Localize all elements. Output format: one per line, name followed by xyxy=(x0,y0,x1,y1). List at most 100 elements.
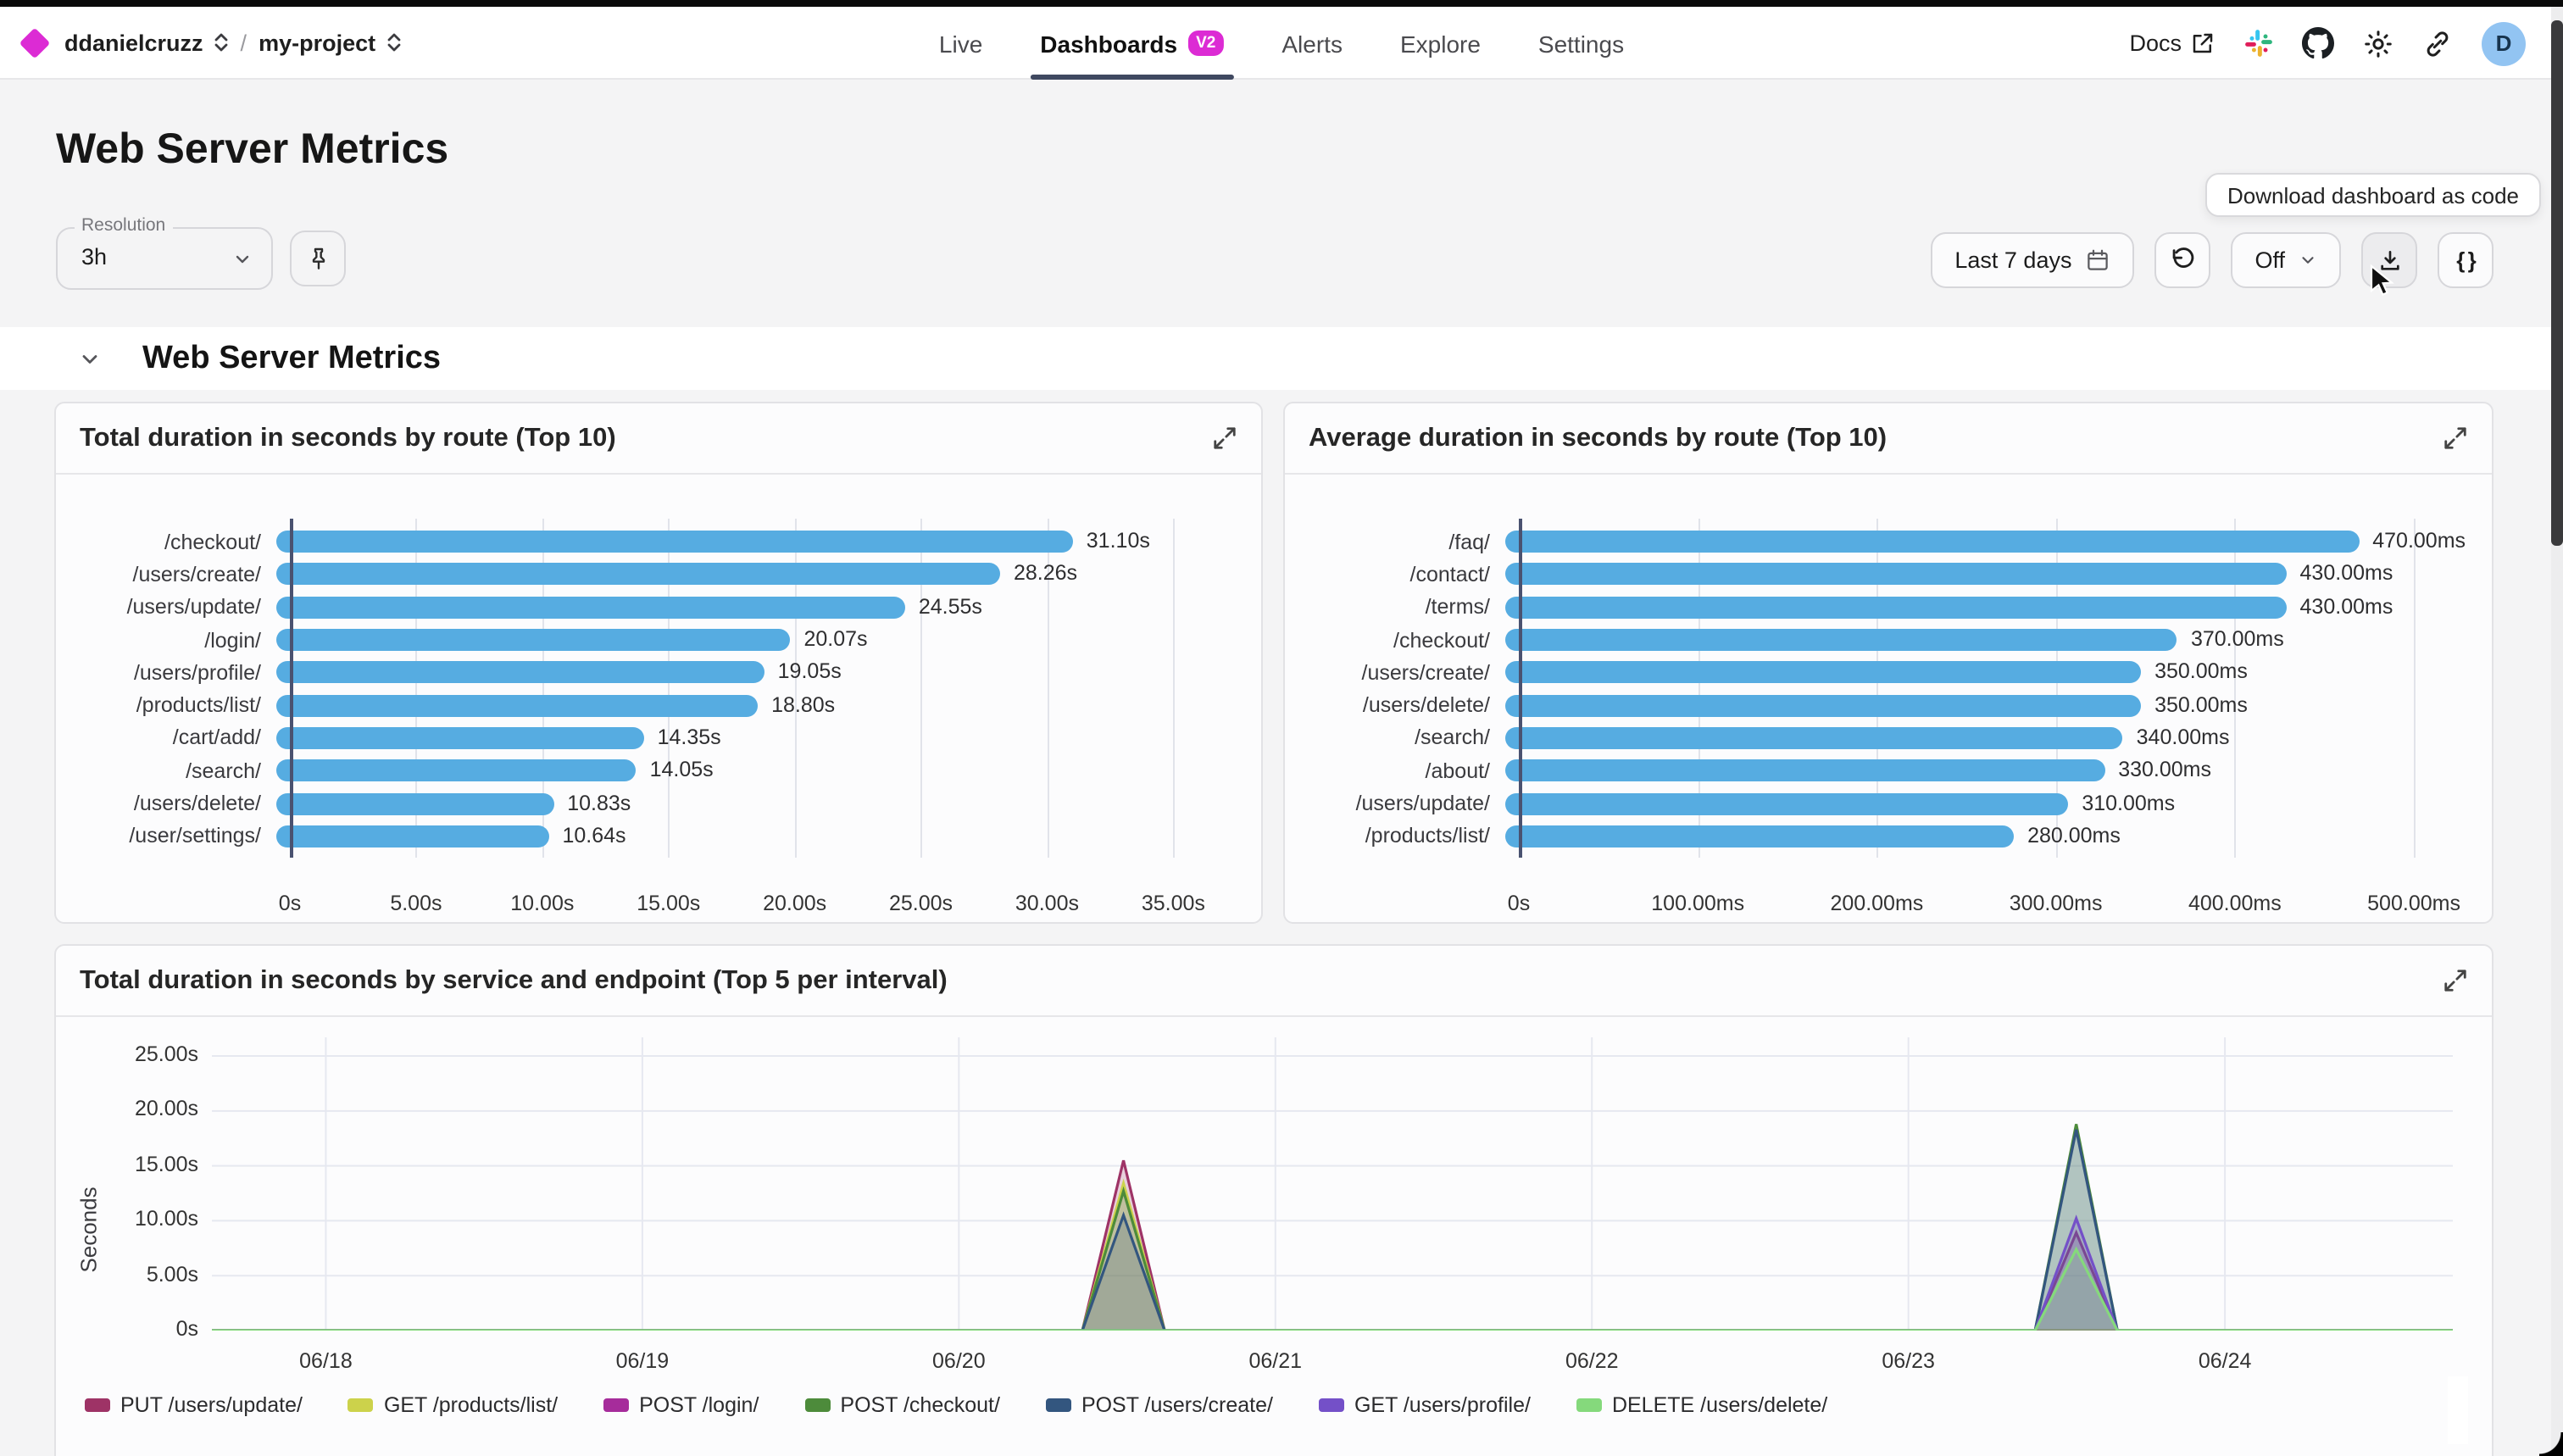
bar-row: /faq/470.00ms xyxy=(1285,525,2444,559)
bar-row: /terms/430.00ms xyxy=(1285,591,2444,624)
bar[interactable] xyxy=(276,727,644,749)
project-switcher[interactable]: my-project xyxy=(259,30,401,55)
area-series-line[interactable] xyxy=(212,1249,2453,1331)
axis-tick-label: 200.00ms xyxy=(1831,892,1924,915)
link-icon xyxy=(2422,28,2453,58)
y-tick-label: 10.00s xyxy=(135,1207,198,1231)
bar-value-label: 31.10s xyxy=(1087,529,1150,553)
legend-item[interactable]: PUT /users/update/ xyxy=(85,1393,303,1417)
bar[interactable] xyxy=(1505,792,2068,814)
chevron-down-icon xyxy=(2299,251,2317,270)
bar[interactable] xyxy=(276,629,790,651)
brand-diamond-icon xyxy=(19,27,51,58)
area-series-line[interactable] xyxy=(212,1130,2453,1331)
bar[interactable] xyxy=(276,564,1000,586)
bar-track: 28.26s xyxy=(276,564,1214,586)
bar[interactable] xyxy=(1505,759,2104,781)
bar[interactable] xyxy=(276,531,1073,553)
legend-label: POST /checkout/ xyxy=(840,1393,1000,1417)
share-link-button[interactable] xyxy=(2422,28,2453,58)
bar-track: 14.35s xyxy=(276,727,1214,749)
area-series-line[interactable] xyxy=(212,1160,2453,1331)
bar[interactable] xyxy=(1505,596,2287,618)
nav-item-label: Live xyxy=(939,30,982,57)
resolution-select[interactable]: Resolution 3h xyxy=(56,227,273,290)
bar[interactable] xyxy=(276,825,549,847)
bar-chart: /faq/470.00ms/contact/430.00ms/terms/430… xyxy=(1285,475,2492,922)
project-name: my-project xyxy=(259,30,375,55)
theme-toggle-button[interactable] xyxy=(2363,28,2393,58)
legend-item[interactable]: POST /checkout/ xyxy=(804,1393,1000,1417)
json-view-button[interactable]: { } xyxy=(2438,232,2494,288)
area-series-line[interactable] xyxy=(212,1124,2453,1331)
bar[interactable] xyxy=(1505,531,2359,553)
bar-category-label: /products/list/ xyxy=(1285,825,1505,848)
version-badge: V2 xyxy=(1187,31,1224,56)
bar-row: /products/list/280.00ms xyxy=(1285,820,2444,853)
legend-item[interactable]: DELETE /users/delete/ xyxy=(1576,1393,1827,1417)
scrollbar-chip xyxy=(2448,1376,2468,1444)
bar-value-label: 340.00ms xyxy=(2137,725,2230,749)
bar-value-label: 28.26s xyxy=(1014,562,1077,586)
time-range-button[interactable]: Last 7 days xyxy=(1931,232,2134,288)
bar-category-label: /about/ xyxy=(1285,759,1505,782)
nav-item-live[interactable]: Live xyxy=(939,7,982,80)
bar-row: /users/delete/10.83s xyxy=(56,787,1214,820)
scrollbar-thumb[interactable] xyxy=(2551,20,2563,546)
expand-icon[interactable] xyxy=(2443,425,2468,451)
expand-icon[interactable] xyxy=(2443,968,2468,993)
bar[interactable] xyxy=(1505,564,2287,586)
docs-link[interactable]: Docs xyxy=(2129,31,2216,56)
bar[interactable] xyxy=(1505,694,2141,716)
bar[interactable] xyxy=(276,596,905,618)
nav-item-explore[interactable]: Explore xyxy=(1400,7,1481,80)
legend-swatch xyxy=(603,1398,629,1412)
nav-item-settings[interactable]: Settings xyxy=(1538,7,1624,80)
refresh-button[interactable] xyxy=(2154,232,2210,288)
area-series-line[interactable] xyxy=(212,1219,2453,1331)
bar[interactable] xyxy=(1505,629,2177,651)
bar-track: 19.05s xyxy=(276,662,1214,684)
expand-icon[interactable] xyxy=(1212,425,1237,451)
bar-track: 430.00ms xyxy=(1505,564,2444,586)
bar[interactable] xyxy=(276,792,553,814)
legend-item[interactable]: POST /users/create/ xyxy=(1046,1393,1273,1417)
y-axis: 0s5.00s10.00s15.00s20.00s25.00s xyxy=(56,1037,198,1331)
legend-item[interactable]: GET /products/list/ xyxy=(348,1393,558,1417)
bar-value-label: 370.00ms xyxy=(2191,627,2284,651)
bar[interactable] xyxy=(276,759,637,781)
slack-button[interactable] xyxy=(2244,29,2273,58)
y-tick-label: 0s xyxy=(176,1317,198,1341)
pin-dashboard-button[interactable] xyxy=(290,231,346,286)
legend-item[interactable]: GET /users/profile/ xyxy=(1319,1393,1531,1417)
area-series-line[interactable] xyxy=(212,1183,2453,1331)
area-series-line[interactable] xyxy=(212,1233,2453,1331)
resolution-label: Resolution xyxy=(75,215,172,236)
plot-area[interactable] xyxy=(212,1037,2453,1331)
x-tick-label: 06/24 xyxy=(2199,1349,2252,1373)
github-button[interactable] xyxy=(2302,27,2334,59)
legend-swatch xyxy=(1576,1398,1602,1412)
bar[interactable] xyxy=(1505,825,2014,847)
bar[interactable] xyxy=(276,694,758,716)
nav-item-alerts[interactable]: Alerts xyxy=(1282,7,1343,80)
nav-item-dashboards[interactable]: DashboardsV2 xyxy=(1040,7,1224,80)
bar[interactable] xyxy=(1505,727,2123,749)
bar-row: /about/330.00ms xyxy=(1285,754,2444,787)
bar-row: /search/340.00ms xyxy=(1285,722,2444,755)
bar-rows: /checkout/31.10s/users/create/28.26s/use… xyxy=(56,525,1214,853)
area-chart: Seconds 0s5.00s10.00s15.00s20.00s25.00s … xyxy=(56,1017,2492,1456)
legend-item[interactable]: POST /login/ xyxy=(603,1393,759,1417)
bar-category-label: /users/delete/ xyxy=(56,792,276,815)
page-scrollbar[interactable] xyxy=(2551,7,2563,1456)
bar[interactable] xyxy=(276,662,764,684)
org-switcher[interactable]: ddanielcruzz xyxy=(64,30,229,55)
axis-tick-label: 35.00s xyxy=(1142,892,1205,915)
axis-tick-label: 25.00s xyxy=(889,892,953,915)
bar-category-label: /users/update/ xyxy=(1285,792,1505,815)
avatar[interactable]: D xyxy=(2482,21,2526,65)
chevron-down-icon[interactable] xyxy=(78,347,102,371)
auto-refresh-select[interactable]: Off xyxy=(2231,232,2341,288)
bar[interactable] xyxy=(1505,662,2141,684)
bar-track: 18.80s xyxy=(276,694,1214,716)
